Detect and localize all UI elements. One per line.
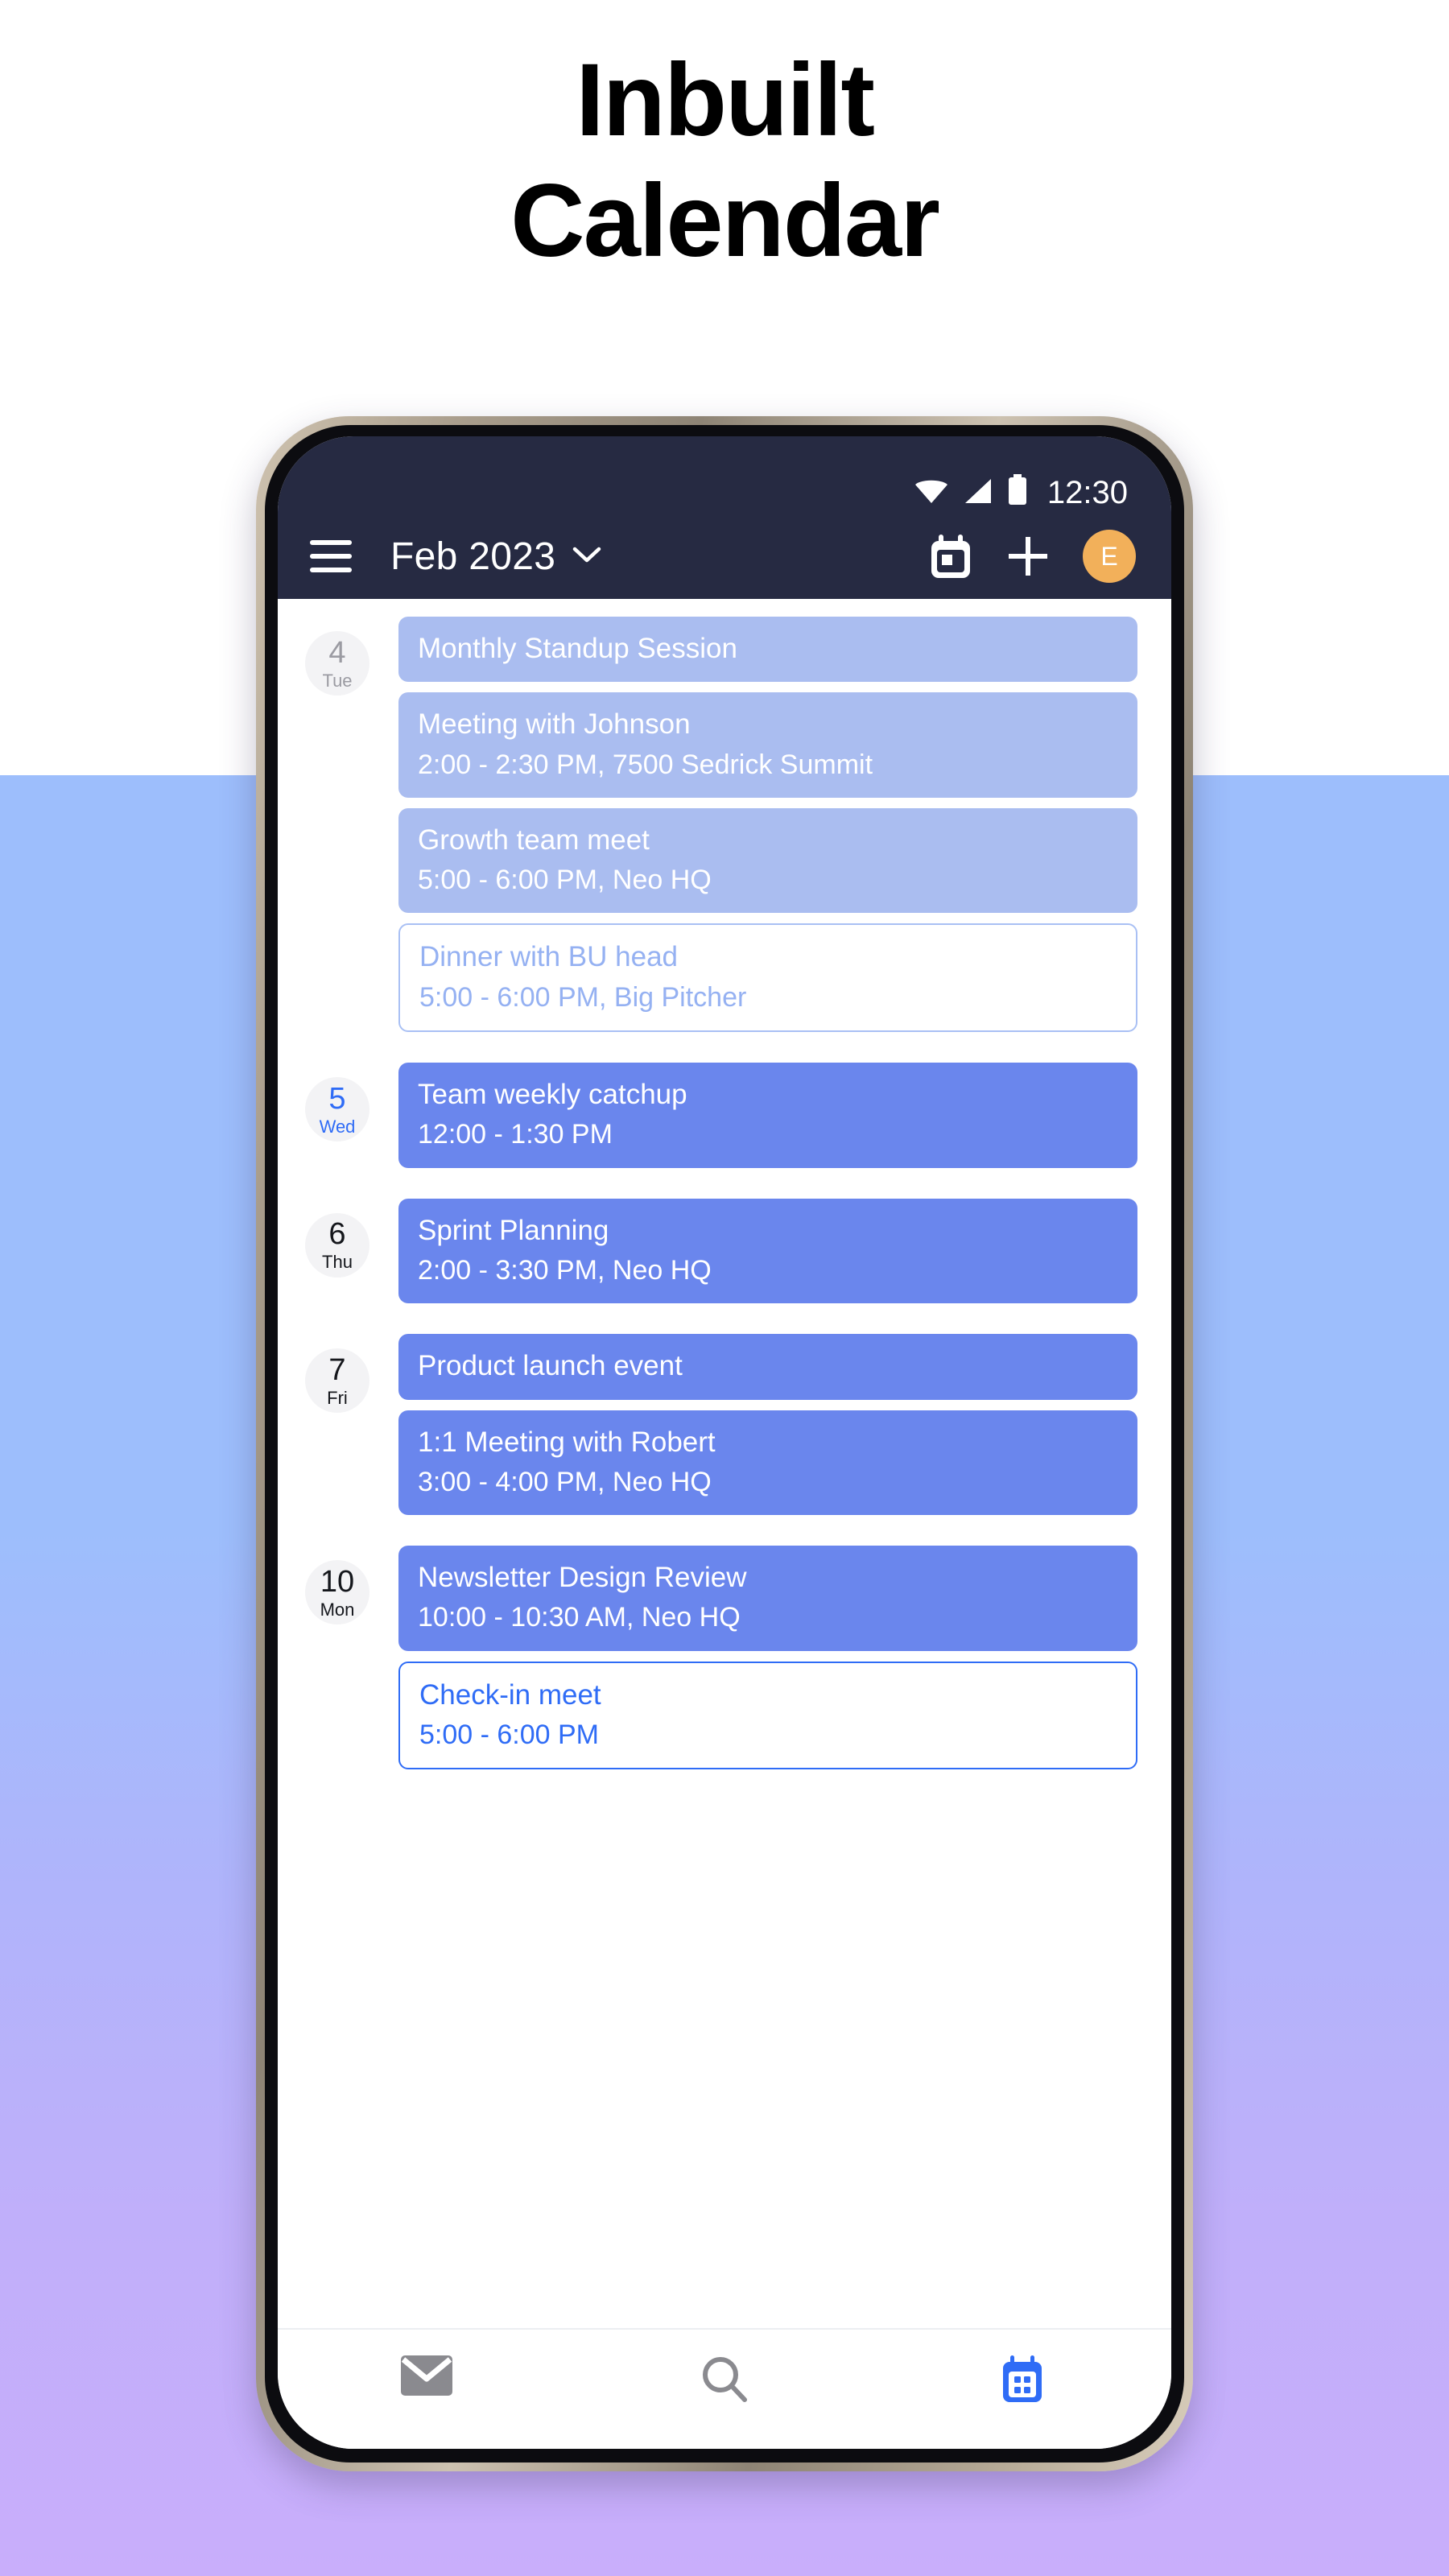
nav-item-mail[interactable]: [346, 2354, 507, 2401]
day-of-week: Thu: [322, 1252, 353, 1273]
event-subtitle: 5:00 - 6:00 PM, Neo HQ: [418, 865, 712, 896]
day-chip[interactable]: 6 Thu: [305, 1212, 369, 1278]
agenda-day-group: 7 Fri Product launch event 1:1 Meeting with…: [278, 1334, 1171, 1516]
plus-icon[interactable]: [1005, 534, 1051, 579]
day-events: Newsletter Design Review 10:00 - 10:30 AM…: [398, 1546, 1137, 1770]
search-icon: [700, 2354, 749, 2408]
agenda-day-group: 5 Wed Team weekly catchup 12:00 - 1:30 PM: [278, 1063, 1171, 1168]
event-card[interactable]: Product launch event: [398, 1334, 1137, 1400]
bottom-navigation-bar: [278, 2328, 1171, 2449]
day-events: Product launch event 1:1 Meeting with Rob…: [398, 1334, 1137, 1516]
day-number: 6: [328, 1217, 346, 1252]
day-of-week: Wed: [319, 1116, 356, 1137]
event-title: Monthly Standup Session: [418, 633, 737, 664]
calendar-icon[interactable]: [928, 533, 973, 580]
page-title: Inbuilt Calendar: [0, 40, 1449, 282]
event-card[interactable]: Monthly Standup Session: [398, 617, 1137, 683]
app-bar: Feb 2023 E: [278, 514, 1171, 599]
event-title: Product launch event: [418, 1350, 683, 1382]
app-bar-actions: E: [928, 530, 1136, 583]
event-card[interactable]: Team weekly catchup 12:00 - 1:30 PM: [398, 1063, 1137, 1168]
event-card[interactable]: Growth team meet 5:00 - 6:00 PM, Neo HQ: [398, 807, 1137, 914]
event-card[interactable]: Check-in meet 5:00 - 6:00 PM: [398, 1661, 1137, 1770]
event-title: Team weekly catchup: [418, 1079, 687, 1111]
event-card[interactable]: 1:1 Meeting with Robert 3:00 - 4:00 PM, N…: [398, 1410, 1137, 1516]
day-of-week: Tue: [322, 670, 353, 691]
event-title: 1:1 Meeting with Robert: [418, 1426, 716, 1458]
nav-item-search[interactable]: [644, 2354, 805, 2408]
day-events: Monthly Standup Session Meeting with John…: [398, 617, 1137, 1033]
agenda-day-group: 6 Thu Sprint Planning 2:00 - 3:30 PM, Neo H…: [278, 1198, 1171, 1304]
month-label: Feb 2023: [390, 535, 556, 578]
cellular-signal-icon: [964, 477, 993, 509]
agenda-list[interactable]: 4 Tue Monthly Standup Session Meeting with …: [278, 599, 1171, 2328]
day-number: 10: [320, 1564, 355, 1599]
phone-mockup-frame: 12:30 Feb 2023 E 4 Tue Monthly Standup S…: [256, 416, 1193, 2471]
day-of-week: Mon: [320, 1599, 355, 1620]
month-selector[interactable]: Feb 2023: [390, 535, 602, 579]
day-events: Team weekly catchup 12:00 - 1:30 PM: [398, 1063, 1137, 1168]
event-title: Growth team meet: [418, 824, 650, 856]
event-subtitle: 2:00 - 2:30 PM, 7500 Sedrick Summit: [418, 749, 873, 780]
calendar-icon: [999, 2354, 1046, 2408]
day-number: 7: [328, 1352, 346, 1387]
event-card[interactable]: Dinner with BU head 5:00 - 6:00 PM, Big P…: [398, 923, 1137, 1033]
chevron-down-icon: [572, 545, 602, 568]
day-chip[interactable]: 4 Tue: [305, 631, 369, 696]
mail-icon: [399, 2354, 454, 2401]
nav-item-calendar[interactable]: [942, 2354, 1103, 2408]
event-subtitle: 5:00 - 6:00 PM, Big Pitcher: [419, 981, 747, 1013]
event-subtitle: 10:00 - 10:30 AM, Neo HQ: [418, 1602, 741, 1633]
event-card[interactable]: Newsletter Design Review 10:00 - 10:30 AM…: [398, 1546, 1137, 1651]
page-title-line-2: Calendar: [510, 163, 940, 279]
event-title: Meeting with Johnson: [418, 708, 691, 741]
agenda-day-group: 10 Mon Newsletter Design Review 10:00 - 10:…: [278, 1546, 1171, 1770]
hamburger-menu-icon[interactable]: [310, 533, 357, 580]
page-title-line-1: Inbuilt: [576, 43, 875, 158]
event-title: Dinner with BU head: [419, 941, 678, 973]
wifi-icon: [914, 477, 949, 509]
avatar-initial: E: [1100, 541, 1118, 571]
event-title: Newsletter Design Review: [418, 1562, 747, 1594]
event-card[interactable]: Sprint Planning 2:00 - 3:30 PM, Neo HQ: [398, 1198, 1137, 1304]
day-number: 4: [328, 635, 346, 670]
event-subtitle: 2:00 - 3:30 PM, Neo HQ: [418, 1254, 712, 1286]
day-chip[interactable]: 5 Wed: [305, 1077, 369, 1142]
event-title: Check-in meet: [419, 1678, 601, 1711]
phone-screen: 12:30 Feb 2023 E 4 Tue Monthly Standup S…: [278, 436, 1171, 2449]
event-subtitle: 12:00 - 1:30 PM: [418, 1119, 613, 1150]
event-card[interactable]: Meeting with Johnson 2:00 - 2:30 PM, 7500…: [398, 692, 1137, 798]
event-subtitle: 5:00 - 6:00 PM: [419, 1719, 600, 1750]
battery-icon: [1007, 474, 1028, 509]
avatar[interactable]: E: [1083, 530, 1136, 583]
day-chip[interactable]: 10 Mon: [305, 1560, 369, 1625]
event-subtitle: 3:00 - 4:00 PM, Neo HQ: [418, 1466, 712, 1497]
phone-bezel: 12:30 Feb 2023 E 4 Tue Monthly Standup S…: [265, 425, 1184, 2462]
day-of-week: Fri: [327, 1387, 348, 1408]
agenda-day-group: 4 Tue Monthly Standup Session Meeting with …: [278, 617, 1171, 1033]
event-title: Sprint Planning: [418, 1214, 609, 1246]
status-bar-clock: 12:30: [1046, 475, 1128, 510]
day-number: 5: [328, 1081, 346, 1116]
day-chip[interactable]: 7 Fri: [305, 1348, 369, 1414]
day-events: Sprint Planning 2:00 - 3:30 PM, Neo HQ: [398, 1198, 1137, 1304]
status-bar: 12:30: [278, 436, 1171, 514]
